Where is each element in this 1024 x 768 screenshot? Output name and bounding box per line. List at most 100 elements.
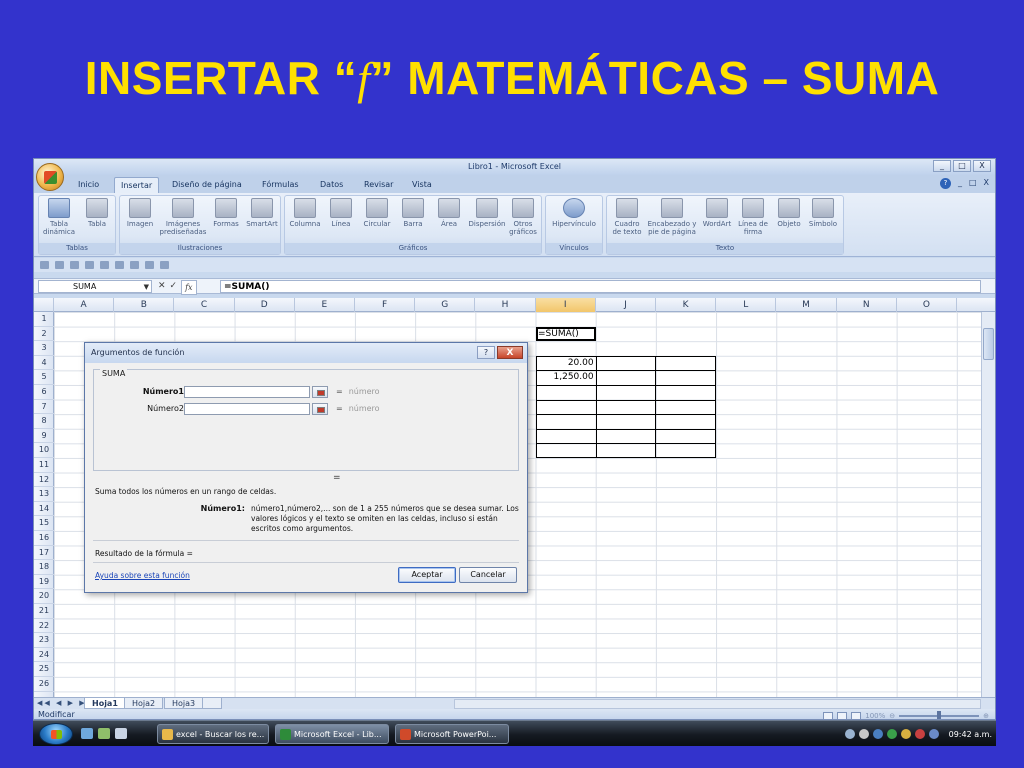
open-icon[interactable] (100, 261, 109, 269)
tab-insertar[interactable]: Insertar (114, 177, 160, 193)
row-header-16[interactable]: 16 (34, 531, 54, 546)
row-header-21[interactable]: 21 (34, 604, 54, 619)
column-header-i[interactable]: I (535, 298, 596, 312)
table-button[interactable]: Tabla (79, 198, 115, 228)
column-header-j[interactable]: J (596, 298, 656, 312)
new-icon[interactable] (85, 261, 94, 269)
tray-icon-3[interactable] (900, 729, 911, 739)
column-header-e[interactable]: E (295, 298, 355, 312)
tray-icon-2[interactable] (886, 729, 897, 739)
minimize-button[interactable]: _ (933, 160, 951, 172)
numero2-input[interactable] (184, 403, 310, 415)
row-header-6[interactable]: 6 (34, 385, 54, 400)
chart-area-button[interactable]: Área (431, 198, 467, 228)
column-header-h[interactable]: H (475, 298, 536, 312)
scroll-thumb[interactable] (983, 328, 994, 360)
tab-vista[interactable]: Vista (406, 177, 438, 193)
zoom-in-icon[interactable]: ⊕ (983, 710, 989, 719)
row-header-18[interactable]: 18 (34, 560, 54, 575)
row-header-1[interactable]: 1 (34, 312, 54, 327)
row-header-11[interactable]: 11 (34, 458, 54, 473)
media-player-icon[interactable] (98, 728, 110, 739)
function-help-link[interactable]: Ayuda sobre esta función (95, 571, 190, 580)
numero1-collapse-button[interactable] (312, 386, 328, 398)
close-window-button[interactable]: X (973, 160, 991, 172)
column-header-k[interactable]: K (656, 298, 717, 312)
column-header-m[interactable]: M (776, 298, 837, 312)
select-all-corner[interactable] (34, 298, 54, 312)
tab-formulas[interactable]: Fórmulas (256, 177, 305, 193)
row-header-5[interactable]: 5 (34, 370, 54, 385)
explorer-icon[interactable] (115, 728, 127, 739)
print-icon[interactable] (115, 261, 124, 269)
chart-bar-button[interactable]: Barra (395, 198, 431, 228)
chevron-down-icon[interactable]: ▼ (144, 281, 149, 293)
numero1-input[interactable] (184, 386, 310, 398)
accept-button[interactable]: Aceptar (398, 567, 456, 583)
tray-icon-4[interactable] (914, 729, 925, 739)
task-excel-search[interactable]: excel - Buscar los re... (157, 724, 269, 744)
ribbon-minimize-icon[interactable]: _ (958, 178, 962, 189)
undo-icon[interactable] (55, 261, 64, 269)
task-powerpoint[interactable]: Microsoft PowerPoi... (395, 724, 509, 744)
volume-icon[interactable] (858, 729, 869, 739)
row-header-8[interactable]: 8 (34, 414, 54, 429)
smartart-button[interactable]: SmartArt (244, 198, 280, 228)
insert-function-button[interactable]: fx (181, 280, 197, 295)
normal-view-icon[interactable] (823, 712, 834, 719)
chart-column-button[interactable]: Columna (287, 198, 323, 228)
wordart-button[interactable]: WordArt (699, 198, 735, 228)
ribbon-close-icon[interactable]: X (984, 178, 989, 189)
zoom-out-icon[interactable]: ⊖ (889, 710, 895, 719)
vertical-scrollbar[interactable] (981, 312, 995, 697)
maximize-button[interactable]: □ (953, 160, 971, 172)
row-header-24[interactable]: 24 (34, 648, 54, 663)
customize-qat-icon[interactable] (160, 261, 169, 269)
column-header-d[interactable]: D (235, 298, 295, 312)
office-button[interactable] (36, 163, 64, 191)
preview-icon[interactable] (130, 261, 139, 269)
enter-formula-icon[interactable]: ✓ (170, 280, 178, 295)
horizontal-scrollbar[interactable] (454, 699, 981, 709)
image-button[interactable]: Imagen (122, 198, 158, 228)
row-header-13[interactable]: 13 (34, 487, 54, 502)
textbox-button[interactable]: Cuadro de texto (609, 198, 645, 236)
row-header-22[interactable]: 22 (34, 619, 54, 634)
row-header-4[interactable]: 4 (34, 356, 54, 371)
formula-input[interactable]: =SUMA() (220, 280, 981, 293)
name-box[interactable]: SUMA ▼ (38, 280, 152, 293)
column-header-a[interactable]: A (54, 298, 115, 312)
row-header-26[interactable]: 26 (34, 677, 54, 692)
page-layout-view-icon[interactable] (837, 712, 848, 719)
tray-icon-5[interactable] (928, 729, 939, 739)
tab-inicio[interactable]: Inicio (72, 177, 105, 193)
numero2-collapse-button[interactable] (312, 403, 328, 415)
tab-datos[interactable]: Datos (314, 177, 349, 193)
column-header-n[interactable]: N (837, 298, 897, 312)
redo-icon[interactable] (70, 261, 79, 269)
shapes-button[interactable]: Formas (208, 198, 244, 228)
sheet-tab-hoja2[interactable]: Hoja2 (124, 698, 164, 709)
row-header-23[interactable]: 23 (34, 633, 54, 648)
new-sheet-icon[interactable] (202, 698, 222, 709)
chart-pie-button[interactable]: Circular (359, 198, 395, 228)
tab-revisar[interactable]: Revisar (358, 177, 399, 193)
pivot-table-button[interactable]: Tabla dinámica (41, 198, 77, 236)
column-header-g[interactable]: G (415, 298, 476, 312)
hyperlink-button[interactable]: Hipervínculo (548, 198, 600, 228)
column-header-c[interactable]: C (174, 298, 235, 312)
tray-icon-1[interactable] (872, 729, 883, 739)
column-header-f[interactable]: F (355, 298, 416, 312)
signature-line-button[interactable]: Línea de firma (735, 198, 771, 236)
row-header-7[interactable]: 7 (34, 400, 54, 415)
tab-diseno-pagina[interactable]: Diseño de página (166, 177, 248, 193)
row-header-19[interactable]: 19 (34, 575, 54, 590)
ribbon-restore-icon[interactable]: □ (969, 178, 977, 189)
zoom-slider[interactable] (899, 711, 980, 719)
object-button[interactable]: Objeto (771, 198, 807, 228)
chart-scatter-button[interactable]: Dispersión (465, 198, 509, 228)
row-header-15[interactable]: 15 (34, 516, 54, 531)
row-header-20[interactable]: 20 (34, 589, 54, 604)
row-header-17[interactable]: 17 (34, 546, 54, 561)
chart-line-button[interactable]: Línea (323, 198, 359, 228)
